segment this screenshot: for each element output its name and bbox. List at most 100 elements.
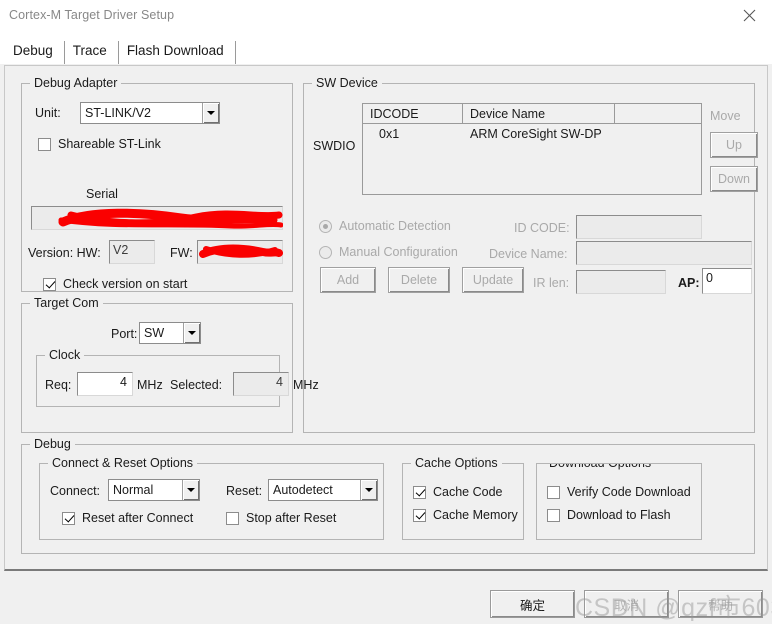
selected-label: Selected: (170, 378, 223, 392)
verify-code-download-label: Verify Code Download (567, 485, 691, 499)
move-label: Move (710, 109, 741, 123)
sw-device-table[interactable]: IDCODE Device Name 0x1 ARM CoreSight SW-… (362, 103, 702, 195)
close-icon (743, 9, 755, 21)
req-label: Req: (45, 378, 72, 392)
help-button[interactable]: 帮助 (678, 590, 763, 618)
tab-flash-download[interactable]: Flash Download (119, 41, 236, 64)
device-name-field[interactable] (576, 241, 752, 265)
sw-device-group: SW Device SWDIO IDCODE Device Name 0x1 A… (303, 76, 758, 433)
cache-code-checkbox[interactable]: Cache Code (413, 485, 503, 499)
sw-device-legend: SW Device (312, 76, 382, 90)
stop-after-reset-label: Stop after Reset (246, 511, 337, 525)
check-version-on-start-checkbox[interactable]: Check version on start (43, 277, 187, 291)
shareable-st-link-checkbox-box (38, 137, 51, 151)
cache-options-legend: Cache Options (411, 456, 502, 470)
manual-configuration-radio[interactable]: Manual Configuration (319, 245, 458, 259)
cache-code-checkbox-box (413, 485, 426, 499)
reset-after-connect-checkbox[interactable]: Reset after Connect (62, 511, 193, 525)
debug-options-group: Debug Connect & Reset Options Connect: N… (21, 437, 755, 554)
tab-debug[interactable]: Debug (9, 41, 65, 64)
column-header-device-name: Device Name (463, 104, 615, 123)
verify-code-download-checkbox-box (547, 485, 560, 499)
check-version-on-start-checkbox-box (43, 277, 56, 291)
req-unit-label: MHz (137, 378, 163, 392)
cache-memory-checkbox[interactable]: Cache Memory (413, 508, 518, 522)
ap-label: AP: (678, 276, 700, 290)
cache-code-label: Cache Code (433, 485, 503, 499)
target-com-group: Target Com Port: SW Clock Req: 4 MHz Sel… (21, 296, 319, 433)
automatic-detection-radio[interactable]: Automatic Detection (319, 219, 451, 233)
connect-reset-options-group: Connect & Reset Options Connect: Normal … (39, 456, 384, 540)
cell-idcode: 0x1 (379, 127, 400, 141)
verify-code-download-checkbox[interactable]: Verify Code Download (547, 485, 691, 499)
move-up-button[interactable]: Up (710, 132, 758, 158)
sw-device-table-header: IDCODE Device Name (363, 104, 701, 124)
title-bar: Cortex-M Target Driver Setup (0, 0, 772, 30)
serial-field (31, 206, 283, 230)
stop-after-reset-checkbox-box (226, 511, 239, 525)
reset-select[interactable]: Autodetect (268, 479, 378, 501)
debug-tab-panel: Debug Adapter Unit: ST-LINK/V2 Shareable… (4, 65, 768, 571)
connect-label: Connect: (50, 484, 101, 498)
reset-after-connect-label: Reset after Connect (82, 511, 194, 525)
version-hw-label: Version: HW: (28, 246, 101, 260)
ir-len-label: IR len: (533, 276, 570, 290)
manual-configuration-radio-dot (319, 245, 332, 259)
column-header-idcode: IDCODE (363, 104, 463, 123)
update-button[interactable]: Update (462, 267, 524, 293)
automatic-detection-radio-dot (319, 219, 332, 233)
automatic-detection-label: Automatic Detection (339, 219, 451, 233)
stop-after-reset-checkbox[interactable]: Stop after Reset (226, 511, 336, 525)
cache-memory-label: Cache Memory (433, 508, 518, 522)
cancel-button[interactable]: 取消 (584, 590, 669, 618)
unit-select-value: ST-LINK/V2 (85, 106, 151, 120)
device-name-label: Device Name: (489, 247, 568, 261)
reset-label: Reset: (226, 484, 263, 498)
close-button[interactable] (726, 0, 772, 30)
req-clock-input[interactable]: 4 (77, 372, 133, 396)
unit-select[interactable]: ST-LINK/V2 (80, 102, 220, 124)
cache-memory-checkbox-box (413, 508, 426, 522)
window-title: Cortex-M Target Driver Setup (9, 8, 175, 22)
swdio-label: SWDIO (313, 139, 356, 153)
tab-strip: Debug Trace Flash Download (0, 30, 772, 64)
cell-device-name: ARM CoreSight SW-DP (470, 127, 602, 141)
chevron-down-icon (183, 323, 200, 343)
target-com-legend: Target Com (30, 296, 103, 310)
debug-options-legend: Debug (30, 437, 75, 451)
selected-clock-field: 4 (233, 372, 289, 396)
column-header-extra (615, 104, 701, 123)
download-to-flash-label: Download to Flash (567, 508, 671, 522)
move-down-button[interactable]: Down (710, 166, 758, 192)
connect-select[interactable]: Normal (108, 479, 200, 501)
clock-legend: Clock (45, 348, 85, 362)
ok-button[interactable]: 确定 (490, 590, 575, 618)
connect-reset-options-legend: Connect & Reset Options (48, 456, 198, 470)
download-to-flash-checkbox-box (547, 508, 560, 522)
debug-adapter-legend: Debug Adapter (30, 76, 122, 90)
port-select-value: SW (144, 326, 165, 340)
table-row[interactable]: 0x1 ARM CoreSight SW-DP (363, 124, 701, 144)
add-button[interactable]: Add (320, 267, 376, 293)
debug-adapter-group: Debug Adapter Unit: ST-LINK/V2 Shareable… (21, 76, 293, 292)
serial-label: Serial (86, 187, 118, 201)
reset-select-value: Autodetect (273, 483, 333, 497)
id-code-label: ID CODE: (514, 221, 570, 235)
connect-select-value: Normal (113, 483, 154, 497)
ap-input[interactable]: 0 (702, 268, 752, 294)
id-code-field[interactable] (576, 215, 702, 239)
port-select[interactable]: SW (139, 322, 201, 344)
chevron-down-icon (360, 480, 377, 500)
shareable-st-link-checkbox[interactable]: Shareable ST-Link (38, 137, 161, 151)
check-version-on-start-label: Check version on start (63, 277, 188, 291)
delete-button[interactable]: Delete (388, 267, 450, 293)
ir-len-field[interactable] (576, 270, 666, 294)
download-to-flash-checkbox[interactable]: Download to Flash (547, 508, 671, 522)
download-options-legend: Download Options (545, 464, 656, 470)
manual-configuration-label: Manual Configuration (339, 245, 458, 259)
chevron-down-icon (182, 480, 199, 500)
hw-version-field: V2 (109, 240, 155, 264)
unit-label: Unit: (35, 106, 61, 120)
tab-trace[interactable]: Trace (65, 41, 119, 64)
reset-after-connect-checkbox-box (62, 511, 75, 525)
